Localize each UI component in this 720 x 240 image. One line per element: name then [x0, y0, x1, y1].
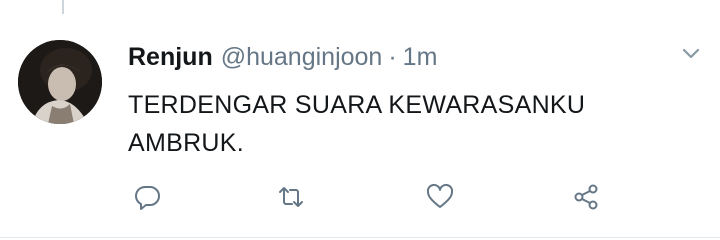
- share-button[interactable]: [571, 182, 601, 212]
- tweet-text: TERDENGAR SUARA KEWARASANKU AMBRUK.: [128, 86, 668, 162]
- divider: [0, 237, 720, 238]
- avatar-image: [18, 40, 102, 124]
- share-icon: [574, 184, 598, 210]
- reply-button[interactable]: [133, 182, 163, 212]
- chevron-down-icon[interactable]: [680, 42, 702, 64]
- tweet-text-line: TERDENGAR SUARA KEWARASANKU: [128, 91, 586, 119]
- tweet-actions: [0, 176, 720, 216]
- heart-icon: [426, 183, 454, 208]
- previous-tweet-edge: [0, 0, 720, 6]
- tweet-header: Renjun @huanginjoon · 1m: [128, 40, 437, 74]
- thread-connector-line: [62, 0, 64, 14]
- timestamp[interactable]: 1m: [403, 43, 438, 72]
- reply-icon: [135, 185, 160, 210]
- separator-dot: ·: [388, 42, 397, 71]
- like-button[interactable]: [425, 182, 455, 212]
- retweet-button[interactable]: [276, 182, 306, 212]
- author-handle[interactable]: @huanginjoon: [221, 43, 383, 72]
- author-name[interactable]: Renjun: [128, 43, 213, 72]
- retweet-icon: [279, 187, 303, 207]
- tweet-text-line: AMBRUK.: [128, 129, 245, 157]
- avatar[interactable]: [18, 40, 102, 124]
